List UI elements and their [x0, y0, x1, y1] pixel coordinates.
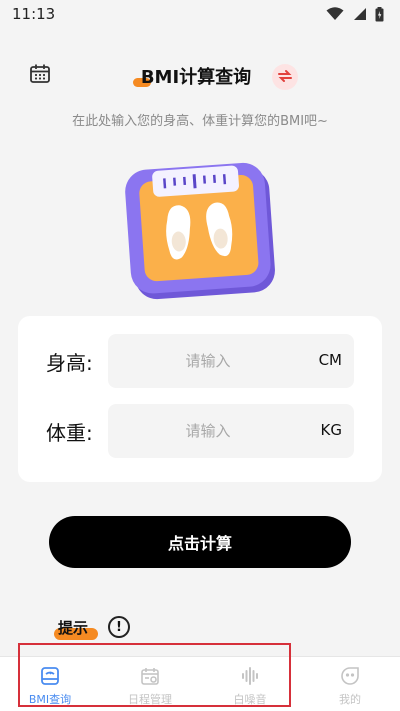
- page-subtitle: 在此处输入您的身高、体重计算您的BMI吧~: [72, 114, 328, 129]
- header: BMI计算查询: [0, 58, 400, 98]
- status-bar: 11:13: [0, 0, 400, 28]
- info-icon[interactable]: !: [108, 616, 131, 638]
- nav-label-schedule: 日程管理: [128, 693, 172, 706]
- profile-icon: [339, 665, 361, 687]
- nav-label-white-noise: 白噪音: [233, 693, 267, 706]
- weight-unit: KG: [320, 421, 342, 439]
- tips-label: 提示: [53, 618, 99, 640]
- sound-wave-icon: [239, 665, 261, 687]
- tips-section: 提示 !: [53, 614, 131, 640]
- status-time: 11:13: [12, 5, 56, 23]
- switch-button[interactable]: [272, 64, 298, 90]
- page-title: BMI计算查询: [132, 63, 253, 89]
- nav-item-mine[interactable]: 我的: [300, 657, 400, 711]
- bathroom-scale-illustration: [120, 158, 280, 300]
- wifi-icon: [326, 7, 344, 21]
- status-icons: [326, 6, 384, 22]
- bmi-form-card: 身高: CM 体重: KG: [18, 316, 382, 482]
- nav-item-bmi[interactable]: BMI查询: [0, 657, 100, 711]
- bottom-nav: BMI查询 日程管理 白噪音 我的: [0, 656, 400, 711]
- weight-row: 体重: KG: [18, 404, 382, 458]
- battery-icon: [375, 6, 384, 22]
- nav-item-white-noise[interactable]: 白噪音: [200, 657, 300, 711]
- calendar-icon: [139, 665, 161, 687]
- height-input-box: CM: [108, 334, 354, 388]
- nav-item-schedule[interactable]: 日程管理: [100, 657, 200, 711]
- calculate-button[interactable]: 点击计算: [49, 516, 351, 568]
- title-wrap: BMI计算查询: [0, 58, 400, 94]
- switch-icon: [277, 68, 293, 87]
- height-unit: CM: [318, 351, 342, 369]
- height-row: 身高: CM: [18, 334, 382, 388]
- scale-icon: [39, 665, 61, 687]
- weight-label: 体重:: [46, 421, 93, 445]
- nav-label-bmi: BMI查询: [28, 693, 72, 706]
- height-input[interactable]: [108, 334, 308, 388]
- nav-label-mine: 我的: [339, 693, 361, 706]
- weight-input[interactable]: [108, 404, 308, 458]
- height-label: 身高:: [46, 351, 93, 375]
- signal-icon: [352, 7, 367, 21]
- weight-input-box: KG: [108, 404, 354, 458]
